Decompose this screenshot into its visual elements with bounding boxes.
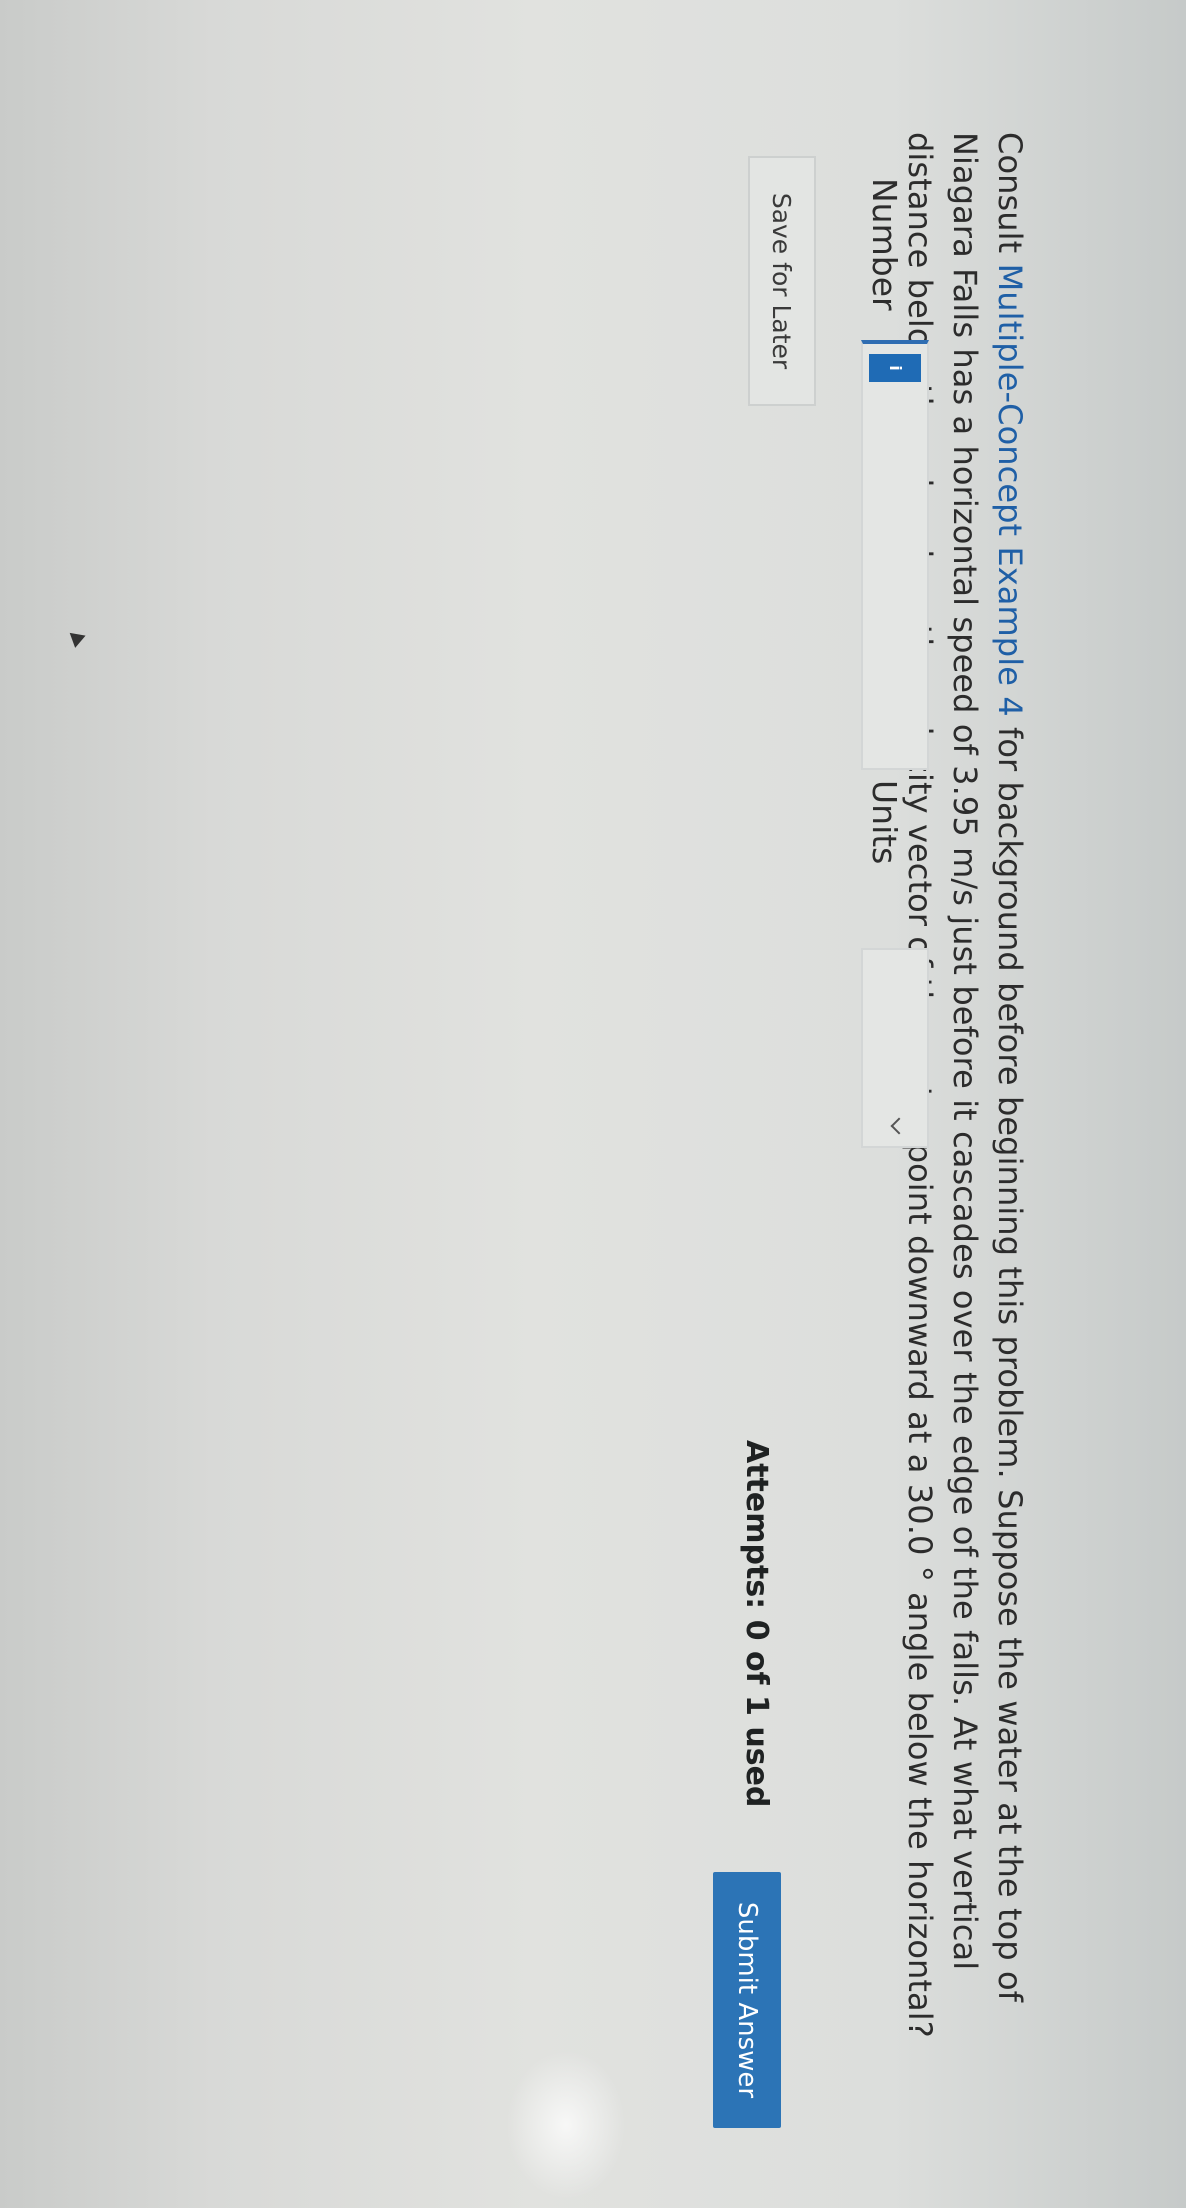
submit-answer-button[interactable]: Submit Answer xyxy=(713,1872,781,2128)
number-field[interactable]: i xyxy=(861,340,929,770)
example-link[interactable]: Multiple-Concept Example 4 xyxy=(991,264,1029,717)
mouse-cursor-icon xyxy=(69,628,89,648)
number-input[interactable] xyxy=(865,388,925,762)
attempts-counter: Attempts: 0 of 1 used xyxy=(739,1440,774,1808)
save-for-later-button[interactable]: Save for Later xyxy=(748,156,816,406)
info-icon[interactable]: i xyxy=(869,354,921,382)
number-label: Number xyxy=(865,178,904,311)
units-select[interactable] xyxy=(861,948,929,1148)
assignment-panel: Consult Multiple-Concept Example 4 for b… xyxy=(0,0,1186,2208)
chevron-down-icon xyxy=(890,1117,908,1135)
question-prefix: Consult xyxy=(991,132,1029,264)
screen-glare xyxy=(506,2050,626,2200)
units-label: Units xyxy=(865,780,904,865)
